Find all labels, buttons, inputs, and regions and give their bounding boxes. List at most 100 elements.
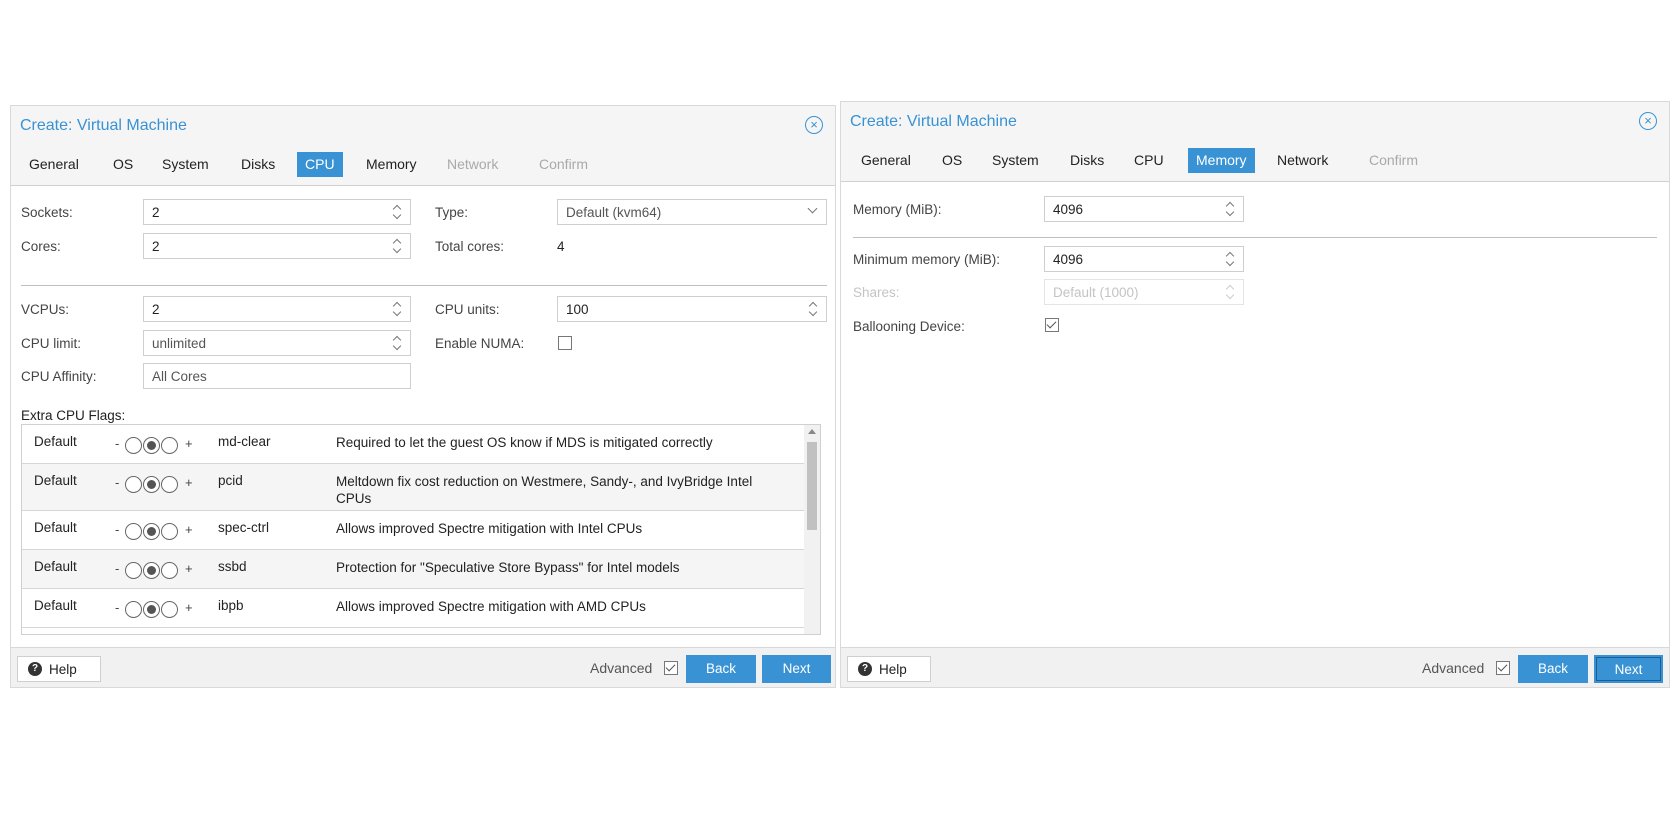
flag-description: Allows improved Spectre mitigation with … <box>336 599 646 614</box>
tab-bar: General OS System Disks CPU Memory Netwo… <box>11 146 835 186</box>
cpu-type-select[interactable]: Default (kvm64) <box>557 199 827 225</box>
cpu-limit-value: unlimited <box>152 336 207 351</box>
flag-description: Protection for "Speculative Store Bypass… <box>336 560 680 575</box>
question-circle-icon: ? <box>28 662 42 676</box>
vcpus-value: 2 <box>152 302 160 317</box>
radio-on[interactable] <box>161 523 178 540</box>
minus-label: - <box>115 475 120 490</box>
spinner-arrows-icon[interactable] <box>1225 200 1235 218</box>
enable-numa-checkbox[interactable] <box>558 336 572 350</box>
tab-cpu[interactable]: CPU <box>297 152 343 177</box>
tab-memory[interactable]: Memory <box>358 152 425 177</box>
tab-general[interactable]: General <box>21 152 87 177</box>
plus-label: + <box>185 475 193 490</box>
radio-off[interactable] <box>125 437 142 454</box>
question-circle-icon: ? <box>858 662 872 676</box>
cpu-affinity-input[interactable]: All Cores <box>143 363 411 389</box>
radio-on[interactable] <box>161 476 178 493</box>
spinner-arrows-icon[interactable] <box>392 300 402 318</box>
spinner-arrows-icon[interactable] <box>392 203 402 221</box>
help-button[interactable]: ? Help <box>17 656 101 682</box>
tab-cpu[interactable]: CPU <box>1126 148 1172 173</box>
tab-os[interactable]: OS <box>105 152 141 177</box>
type-label: Type: <box>435 205 469 220</box>
chevron-down-icon[interactable] <box>807 203 818 214</box>
vcpus-label: VCPUs: <box>21 302 70 317</box>
radio-off[interactable] <box>125 562 142 579</box>
memory-label: Memory (MiB): <box>853 202 942 217</box>
table-row: Default - + pcid Meltdown fix cost reduc… <box>22 464 804 511</box>
table-row: Default - + ssbd Protection for "Specula… <box>22 550 804 589</box>
tab-memory[interactable]: Memory <box>1188 148 1255 173</box>
tab-system[interactable]: System <box>154 152 217 177</box>
tab-os[interactable]: OS <box>934 148 970 173</box>
radio-off[interactable] <box>125 476 142 493</box>
dialog-title: Create: Virtual Machine <box>850 113 1017 130</box>
ballooning-checkbox[interactable] <box>1045 318 1059 332</box>
scroll-up-icon[interactable] <box>808 429 816 434</box>
cpu-units-spinner[interactable]: 100 <box>557 296 827 322</box>
radio-off[interactable] <box>125 601 142 618</box>
tab-disks[interactable]: Disks <box>1062 148 1112 173</box>
tab-disks[interactable]: Disks <box>233 152 283 177</box>
close-icon[interactable]: × <box>805 116 823 134</box>
flag-state: Default <box>34 559 77 574</box>
radio-on[interactable] <box>161 562 178 579</box>
table-row: Default - + spec-ctrl Allows improved Sp… <box>22 511 804 550</box>
cpu-units-value: 100 <box>566 302 589 317</box>
radio-default[interactable] <box>143 476 160 493</box>
scroll-thumb[interactable] <box>807 442 817 530</box>
radio-default[interactable] <box>143 523 160 540</box>
cpu-type-value: Default (kvm64) <box>566 205 662 220</box>
back-button[interactable]: Back <box>686 655 756 683</box>
dialog-titlebar: Create: Virtual Machine × <box>841 102 1669 142</box>
dialog-title: Create: Virtual Machine <box>20 117 187 134</box>
radio-on[interactable] <box>161 601 178 618</box>
grid-scrollbar[interactable] <box>804 425 820 634</box>
minus-label: - <box>115 436 120 451</box>
total-cores-value: 4 <box>557 239 565 254</box>
radio-on[interactable] <box>161 437 178 454</box>
spinner-arrows-icon[interactable] <box>808 300 818 318</box>
cores-spinner[interactable]: 2 <box>143 233 411 259</box>
flag-state: Default <box>34 473 77 488</box>
plus-label: + <box>185 436 193 451</box>
flag-state: Default <box>34 520 77 535</box>
radio-default[interactable] <box>143 562 160 579</box>
min-memory-label: Minimum memory (MiB): <box>853 252 1000 267</box>
tab-network[interactable]: Network <box>1269 148 1336 173</box>
flag-tristate-radio: - + <box>115 474 205 494</box>
back-button[interactable]: Back <box>1518 655 1588 683</box>
flag-description: Allows improved Spectre mitigation with … <box>336 521 643 536</box>
vcpus-spinner[interactable]: 2 <box>143 296 411 322</box>
advanced-checkbox[interactable] <box>664 661 678 675</box>
min-memory-spinner[interactable]: 4096 <box>1044 246 1244 272</box>
enable-numa-label: Enable NUMA: <box>435 336 525 351</box>
help-button[interactable]: ? Help <box>847 656 931 682</box>
flag-tristate-radio: - + <box>115 435 205 455</box>
tab-bar: General OS System Disks CPU Memory Netwo… <box>841 142 1669 182</box>
next-button[interactable]: Next <box>762 655 831 683</box>
cpu-limit-label: CPU limit: <box>21 336 81 351</box>
tab-system[interactable]: System <box>984 148 1047 173</box>
spinner-arrows-icon[interactable] <box>1225 250 1235 268</box>
close-icon[interactable]: × <box>1639 112 1657 130</box>
next-button[interactable]: Next <box>1594 655 1663 683</box>
radio-off[interactable] <box>125 523 142 540</box>
flag-description: Required to let the guest OS know if MDS… <box>336 435 713 450</box>
minus-label: - <box>115 600 120 615</box>
flag-tristate-radio: - + <box>115 599 205 619</box>
radio-default[interactable] <box>143 437 160 454</box>
sockets-spinner[interactable]: 2 <box>143 199 411 225</box>
tab-general[interactable]: General <box>853 148 919 173</box>
shares-spinner: Default (1000) <box>1044 279 1244 305</box>
dialog-footer: ? Help Advanced Back Next <box>11 647 835 687</box>
spinner-arrows-icon[interactable] <box>392 334 402 352</box>
radio-default[interactable] <box>143 601 160 618</box>
spinner-arrows-icon[interactable] <box>392 237 402 255</box>
advanced-checkbox[interactable] <box>1496 661 1510 675</box>
flag-name: ibpb <box>218 598 244 613</box>
flag-name: spec-ctrl <box>218 520 270 535</box>
cpu-limit-spinner[interactable]: unlimited <box>143 330 411 356</box>
memory-spinner[interactable]: 4096 <box>1044 196 1244 222</box>
